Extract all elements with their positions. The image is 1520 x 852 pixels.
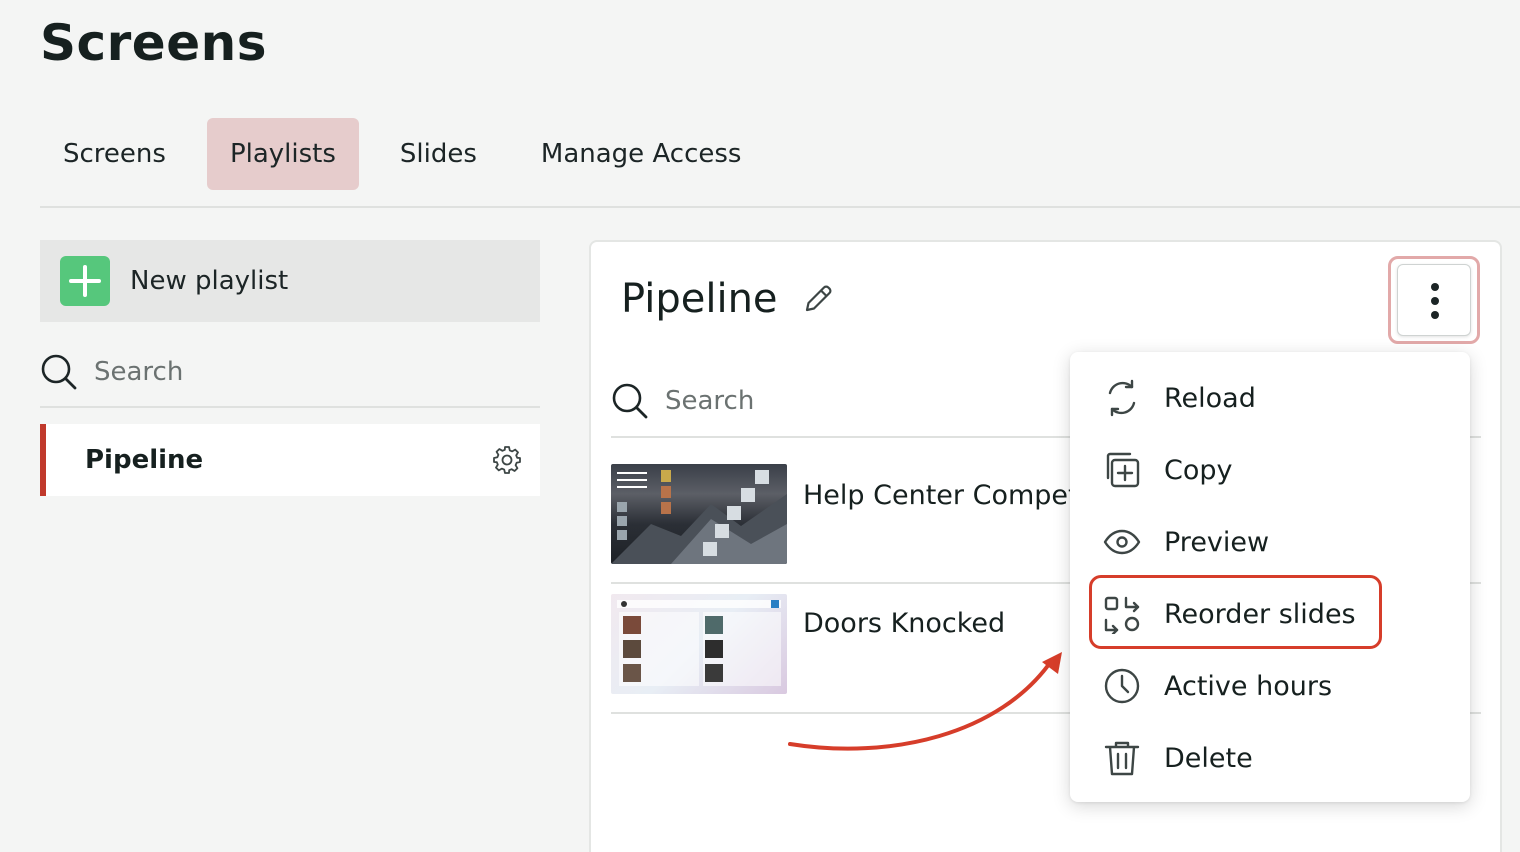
menu-item-active-hours[interactable]: Active hours (1070, 650, 1470, 722)
annotation-arrow (788, 652, 1062, 751)
clock-icon (1104, 668, 1140, 704)
menu-item-label: Active hours (1164, 670, 1333, 702)
gear-icon[interactable] (492, 445, 522, 475)
menu-item-label: Delete (1164, 742, 1253, 774)
menu-item-label: Copy (1164, 454, 1233, 486)
trash-icon (1104, 741, 1140, 776)
reorder-slides-highlight (1089, 575, 1382, 649)
playlist-search-input[interactable]: Search (40, 338, 540, 408)
reload-icon (1108, 379, 1136, 417)
slide-thumbnail-image (617, 600, 781, 686)
eye-icon (1103, 529, 1141, 555)
more-options-button[interactable] (1397, 264, 1471, 336)
menu-item-preview[interactable]: Preview (1070, 506, 1470, 578)
kebab-dot (1431, 297, 1439, 305)
playlist-search-placeholder: Search (94, 357, 184, 387)
pencil-icon[interactable] (801, 282, 835, 316)
slide-thumbnail (611, 594, 787, 694)
tab-screens[interactable]: Screens (40, 118, 189, 190)
new-playlist-button[interactable]: New playlist (40, 240, 540, 322)
new-playlist-label: New playlist (130, 266, 289, 296)
search-icon (612, 383, 648, 419)
playlist-item-pipeline[interactable]: Pipeline (40, 424, 540, 496)
slide-title: Help Center Compet (803, 480, 1079, 511)
tab-playlists[interactable]: Playlists (206, 118, 359, 190)
menu-item-copy[interactable]: Copy (1070, 434, 1470, 506)
menu-item-label: Reload (1164, 382, 1256, 414)
playlist-title: Pipeline (621, 276, 778, 322)
page-title: Screens (40, 14, 267, 72)
slide-thumbnail-image (611, 470, 787, 564)
search-icon (41, 354, 77, 390)
menu-item-label: Preview (1164, 526, 1270, 558)
tab-bar: Screens Playlists Slides Manage Access (40, 118, 782, 190)
kebab-dot (1431, 311, 1439, 319)
plus-icon (60, 256, 110, 306)
menu-item-delete[interactable]: Delete (1070, 722, 1470, 794)
tab-divider (40, 206, 1520, 208)
copy-icon (1106, 452, 1140, 488)
menu-item-reload[interactable]: Reload (1070, 362, 1470, 434)
slide-thumbnail (611, 464, 787, 564)
slide-title: Doors Knocked (803, 608, 1006, 639)
tab-slides[interactable]: Slides (377, 118, 500, 190)
tab-manage-access[interactable]: Manage Access (518, 118, 765, 190)
kebab-dot (1431, 283, 1439, 291)
slide-search-placeholder: Search (665, 386, 755, 416)
playlist-item-label: Pipeline (85, 445, 204, 475)
